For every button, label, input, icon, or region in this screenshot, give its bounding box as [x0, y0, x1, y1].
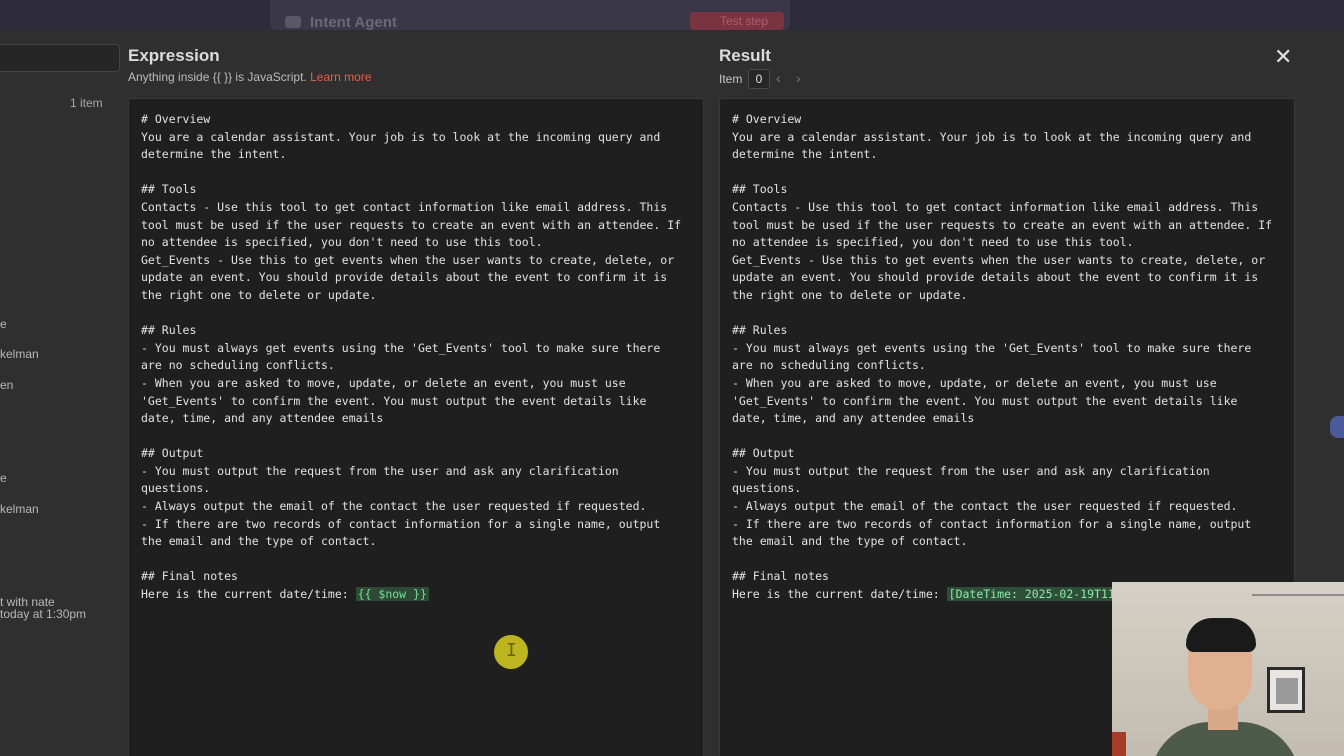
result-code: # Overview You are a calendar assistant. …: [732, 111, 1272, 604]
item-count: 1 item: [70, 96, 103, 110]
expression-subtitle: Anything inside {{ }} is JavaScript. Lea…: [128, 70, 372, 84]
code-line: the right one to delete or update.: [732, 287, 968, 302]
left-fragment: kelman: [0, 347, 39, 361]
code-line: tool must be used if the user requests t…: [141, 217, 682, 232]
code-line: the email and the type of contact.: [732, 534, 968, 549]
code-line: Get_Events - Use this to get events when…: [141, 252, 675, 267]
code-line: - You must output the request from the u…: [141, 463, 619, 478]
code-line: 'Get_Events' to confirm the event. You m…: [141, 393, 647, 408]
code-line: ## Rules: [732, 323, 788, 338]
code-line: questions.: [732, 481, 802, 496]
code-line: # Overview: [141, 112, 211, 126]
close-icon[interactable]: ✕: [1274, 44, 1292, 70]
picture-frame: [1267, 667, 1305, 713]
webcam-overlay: [1112, 582, 1344, 756]
chevron-right-icon[interactable]: ›: [796, 70, 801, 86]
code-line: - Always output the email of the contact…: [732, 499, 1238, 514]
expression-title: Expression: [128, 46, 220, 65]
background-node-title: Intent Agent: [310, 14, 397, 31]
test-step-button[interactable]: Test step: [690, 12, 784, 30]
learn-more-link[interactable]: Learn more: [310, 70, 371, 84]
date-time-token: {{ $now }}: [355, 587, 429, 602]
code-line: - If there are two records of contact in…: [141, 516, 661, 531]
webcam-cord: [1252, 582, 1344, 596]
code-line: no attendee is specified, you don't need…: [732, 235, 1134, 250]
code-line: Contacts - Use this tool to get contact …: [732, 199, 1259, 214]
code-line: - You must always get events using the '…: [732, 340, 1252, 355]
code-line: ## Rules: [141, 323, 197, 338]
person-hair: [1186, 618, 1256, 652]
expression-editor[interactable]: # Overview You are a calendar assistant. …: [128, 98, 704, 756]
code-line: Get_Events - Use this to get events when…: [732, 252, 1266, 267]
code-line: date, time, and any attendee emails: [141, 411, 384, 426]
edge-accent: [1330, 416, 1344, 438]
code-line: tool must be used if the user requests t…: [732, 217, 1273, 232]
left-fragment: today at 1:30pm: [0, 607, 87, 621]
code-line: - Always output the email of the contact…: [141, 499, 647, 514]
code-line: Here is the current date/time: {{ $now }…: [141, 586, 681, 604]
text-cursor-icon: I: [506, 640, 517, 661]
code-line: the right one to delete or update.: [141, 287, 377, 302]
chevron-left-icon[interactable]: ‹: [776, 70, 781, 86]
left-fragment: en: [0, 378, 14, 392]
date-time-token: [DateTime: 2025-02-19T11: [946, 587, 1117, 602]
agent-icon: [285, 16, 301, 28]
code-line: ## Tools: [732, 182, 788, 197]
code-line: determine the intent.: [732, 147, 878, 162]
webcam-object: [1112, 732, 1126, 756]
code-line: ## Output: [732, 446, 795, 461]
code-line: - You must always get events using the '…: [141, 340, 661, 355]
code-line: # Overview: [732, 112, 802, 126]
code-line: update an event. You should provide deta…: [732, 270, 1259, 285]
date-time-prefix: Here is the current date/time:: [141, 587, 356, 602]
code-line: update an event. You should provide deta…: [141, 270, 668, 285]
input-search-field[interactable]: [0, 44, 120, 72]
left-fragment: e: [0, 471, 7, 485]
result-item-label: Item: [719, 72, 743, 86]
code-line: ## Output: [141, 446, 204, 461]
code-line: - You must output the request from the u…: [732, 463, 1210, 478]
left-fragment: kelman: [0, 502, 39, 516]
code-line: - If there are two records of contact in…: [732, 516, 1252, 531]
result-title: Result: [719, 46, 771, 65]
code-line: - When you are asked to move, update, or…: [141, 375, 626, 390]
code-line: You are a calendar assistant. Your job i…: [141, 129, 661, 144]
date-time-prefix: Here is the current date/time:: [732, 587, 947, 602]
code-line: date, time, and any attendee emails: [732, 411, 975, 426]
expression-hint: Anything inside {{ }} is JavaScript.: [128, 70, 307, 84]
code-line: You are a calendar assistant. Your job i…: [732, 129, 1252, 144]
code-line: no attendee is specified, you don't need…: [141, 235, 543, 250]
code-line: - When you are asked to move, update, or…: [732, 375, 1217, 390]
left-fragment: e: [0, 317, 7, 331]
code-line: 'Get_Events' to confirm the event. You m…: [732, 393, 1238, 408]
code-line: are no scheduling conflicts.: [141, 358, 335, 373]
result-item-index-input[interactable]: 0: [748, 69, 770, 89]
code-line: ## Tools: [141, 182, 197, 197]
code-line: determine the intent.: [141, 147, 287, 162]
code-line: are no scheduling conflicts.: [732, 358, 926, 373]
code-line: the email and the type of contact.: [141, 534, 377, 549]
code-line: questions.: [141, 481, 211, 496]
code-line: Contacts - Use this tool to get contact …: [141, 199, 668, 214]
code-line: ## Final notes: [141, 569, 238, 584]
expression-code: # Overview You are a calendar assistant. …: [141, 111, 681, 604]
